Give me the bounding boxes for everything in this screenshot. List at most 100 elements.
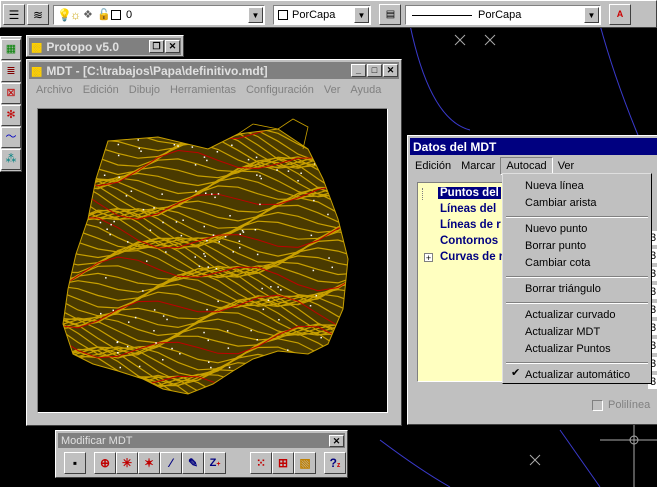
mdt-menu-ayuda[interactable]: Ayuda xyxy=(345,81,386,99)
survey-point xyxy=(140,150,142,152)
survey-point xyxy=(153,309,156,311)
tool-points-button[interactable]: ⁂ xyxy=(1,149,21,170)
query-z-button[interactable]: ?z xyxy=(324,452,346,474)
survey-point xyxy=(155,342,157,344)
survey-point xyxy=(110,223,112,226)
contour-line xyxy=(63,129,348,147)
survey-point xyxy=(103,174,106,176)
tool-mesh-button[interactable]: ⊠ xyxy=(1,83,21,104)
datos-menu-edicion[interactable]: Edición xyxy=(410,157,456,175)
contour-line xyxy=(63,129,348,155)
mdt-menu-archivo[interactable]: Archivo xyxy=(31,81,78,99)
color-dropdown-arrow[interactable]: ▼ xyxy=(354,7,369,23)
survey-point xyxy=(117,154,120,157)
layer-stack-button[interactable]: ≋ xyxy=(27,4,49,25)
menu-item-actualizar-puntos[interactable]: Actualizar Puntos xyxy=(525,341,611,357)
menu-item-borrar-triangulo[interactable]: Borrar triángulo xyxy=(525,281,601,297)
menu-item-actualizar-curvado[interactable]: Actualizar curvado xyxy=(525,307,616,323)
mdt-canvas[interactable] xyxy=(37,108,388,413)
mdt-menu-edicion[interactable]: Edición xyxy=(78,81,124,99)
tree-item-lineas-de-r[interactable]: Líneas de r xyxy=(440,219,501,231)
check-icon: ✔ xyxy=(511,367,521,379)
draw-line-button[interactable]: ⁄ xyxy=(160,452,182,474)
modificar-toolbar: Modificar MDT ✕ ▪ ⊕ ✳ ✶ ⁄ ✎ Z+ ⁙ ⊞ ▧ ?z xyxy=(55,430,348,478)
menu-item-borrar-punto[interactable]: Borrar punto xyxy=(525,238,586,254)
mdt-titlebar[interactable]: ▩ MDT - [C:\trabajos\Papa\definitivo.mdt… xyxy=(29,62,399,79)
menu-item-nueva-linea[interactable]: Nueva línea xyxy=(525,178,584,194)
lock-icon: 🔓 xyxy=(97,9,111,21)
survey-point xyxy=(315,294,317,297)
survey-point xyxy=(127,241,129,243)
menu-item-actualizar-automatico[interactable]: Actualizar automático xyxy=(525,367,630,383)
polilinea-label: Polilínea xyxy=(608,399,651,411)
tool-target-button[interactable]: ✻ xyxy=(1,105,21,126)
dots-grid-icon: ⁙ xyxy=(255,456,267,470)
linetype-dropdown-arrow[interactable]: ▼ xyxy=(584,7,599,23)
edit-line-button[interactable]: ✎ xyxy=(182,452,204,474)
mdt-minimize-button[interactable]: _ xyxy=(351,64,366,77)
tree-item-contornos[interactable]: Contornos xyxy=(440,235,498,247)
survey-point xyxy=(113,220,115,223)
survey-point xyxy=(207,339,209,342)
text-style-button[interactable]: A xyxy=(609,4,631,25)
mdt-window: ▩ MDT - [C:\trabajos\Papa\definitivo.mdt… xyxy=(26,59,402,426)
layers-button[interactable]: ☰ xyxy=(3,4,25,25)
contour-map xyxy=(62,118,349,395)
tool-grid-button[interactable]: ▦ xyxy=(1,39,21,60)
menu-item-cambiar-cota[interactable]: Cambiar cota xyxy=(525,255,590,271)
colored-grid-button[interactable]: ▧ xyxy=(294,452,316,474)
mdt-menu-ver[interactable]: Ver xyxy=(319,81,346,99)
layer-dropdown[interactable]: 💡 ☼ ❖ 🔓 0 ▼ xyxy=(53,5,265,25)
survey-point xyxy=(191,146,194,148)
tool-profile-button[interactable]: ≣ xyxy=(1,61,21,82)
menu-item-actualizar-mdt[interactable]: Actualizar MDT xyxy=(525,324,600,340)
survey-point xyxy=(297,180,299,182)
datos-titlebar[interactable]: Datos del MDT xyxy=(410,138,657,155)
mdt-menu-herramientas[interactable]: Herramientas xyxy=(165,81,241,99)
datos-menu-marcar[interactable]: Marcar xyxy=(456,157,500,175)
linetype-dropdown[interactable]: PorCapa ▼ xyxy=(405,5,601,25)
survey-point xyxy=(195,190,197,192)
survey-point xyxy=(232,251,234,253)
left-toolbar: ▦ ≣ ⊠ ✻ 〜 ⁂ xyxy=(0,36,22,172)
move-point-button[interactable]: ✳ xyxy=(116,452,138,474)
tool-chart-button[interactable]: 〜 xyxy=(1,127,21,148)
survey-point xyxy=(180,234,183,237)
survey-point xyxy=(142,290,144,292)
delete-point-button[interactable]: ✶ xyxy=(138,452,160,474)
mdt-maximize-button[interactable]: □ xyxy=(367,64,382,77)
mdt-close-button[interactable]: ✕ xyxy=(383,64,398,77)
mdt-menu-configuracion[interactable]: Configuración xyxy=(241,81,319,99)
survey-point xyxy=(304,361,306,364)
tree-expand-icon[interactable]: + xyxy=(424,253,433,263)
protopo-restore-button[interactable]: ❐ xyxy=(149,40,164,53)
save-button[interactable]: ▪ xyxy=(64,452,86,474)
change-z-button[interactable]: Z+ xyxy=(204,452,226,474)
survey-point xyxy=(194,256,196,258)
grid-target-button[interactable]: ⊞ xyxy=(272,452,294,474)
survey-point xyxy=(179,353,181,355)
modificar-close-button[interactable]: ✕ xyxy=(329,434,344,447)
mdt-menu-dibujo[interactable]: Dibujo xyxy=(124,81,165,99)
protopo-titlebar[interactable]: ▩ Protopo v5.0 ❐ ✕ xyxy=(29,38,181,55)
grid-icon: ▦ xyxy=(5,43,17,55)
survey-point xyxy=(173,144,176,146)
color-dropdown[interactable]: PorCapa ▼ xyxy=(273,5,371,25)
modificar-titlebar[interactable]: Modificar MDT ✕ xyxy=(58,433,345,448)
add-point-button[interactable]: ⊕ xyxy=(94,452,116,474)
survey-point xyxy=(153,330,155,332)
protopo-close-button[interactable]: ✕ xyxy=(165,40,180,53)
datos-tree[interactable]: Puntos del Líneas del Líneas de r Contor… xyxy=(417,182,505,382)
survey-point xyxy=(203,253,205,255)
survey-point xyxy=(227,347,230,349)
layer-dropdown-arrow[interactable]: ▼ xyxy=(248,7,263,23)
menu-item-cambiar-arista[interactable]: Cambiar arista xyxy=(525,195,597,211)
linetype-button[interactable]: ▤ xyxy=(379,4,401,25)
menu-item-nuevo-punto[interactable]: Nuevo punto xyxy=(525,221,587,237)
survey-point xyxy=(175,221,178,223)
polilinea-checkbox[interactable] xyxy=(592,400,603,411)
tree-item-lineas-del[interactable]: Líneas del xyxy=(440,203,496,215)
grid-select-button[interactable]: ⁙ xyxy=(250,452,272,474)
tree-item-curvas[interactable]: Curvas de r xyxy=(440,251,503,263)
tree-item-puntos[interactable]: Puntos del xyxy=(438,187,501,199)
